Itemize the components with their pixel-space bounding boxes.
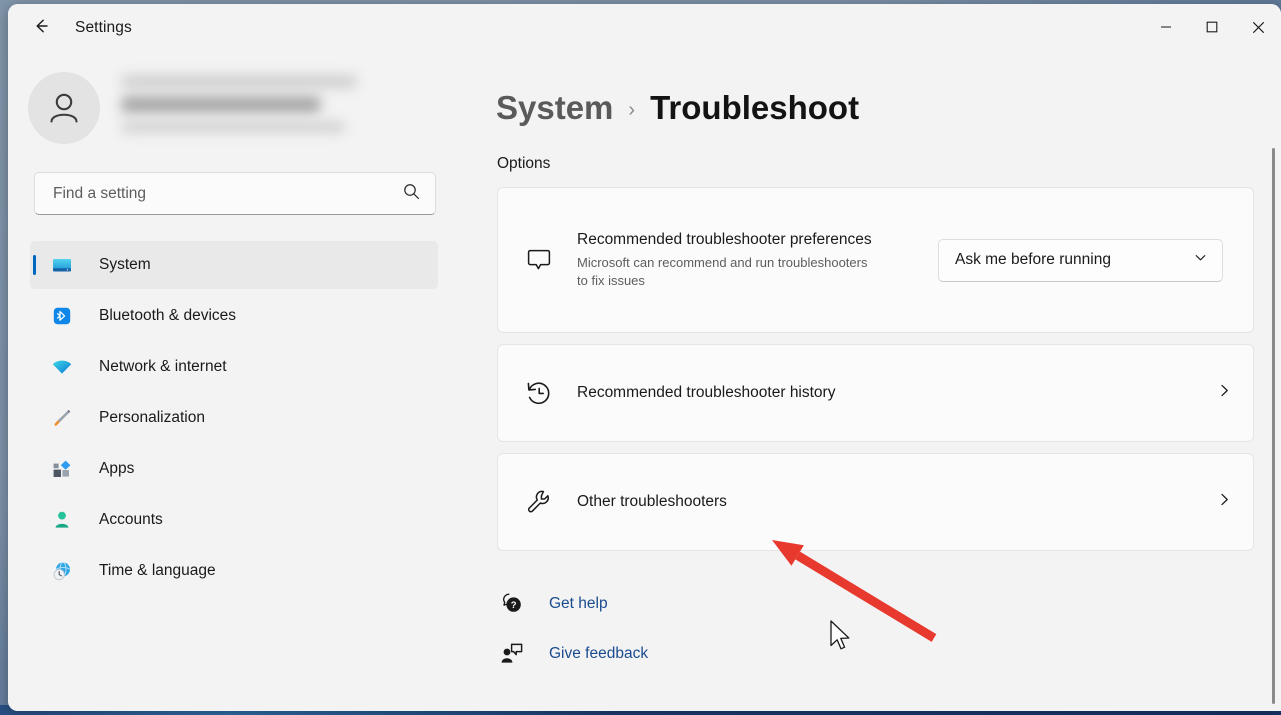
chevron-right-icon[interactable] bbox=[1216, 382, 1233, 404]
card-recommended-troubleshooter-history[interactable]: Recommended troubleshooter history bbox=[497, 344, 1254, 442]
sidebar-item-label: Accounts bbox=[99, 511, 163, 529]
sidebar-item-label: Time & language bbox=[99, 562, 216, 580]
give-feedback-icon bbox=[497, 639, 527, 669]
card-text-block: Recommended troubleshooter history bbox=[577, 383, 1216, 404]
get-help-question-icon: ? bbox=[497, 589, 527, 619]
sidebar-item-label: Network & internet bbox=[99, 358, 227, 376]
maximize-icon bbox=[1206, 21, 1218, 33]
card-other-troubleshooters[interactable]: Other troubleshooters bbox=[497, 453, 1254, 551]
sidebar-item-label: Personalization bbox=[99, 409, 205, 427]
title-bar: Settings bbox=[8, 4, 1281, 52]
paintbrush-icon bbox=[50, 406, 74, 430]
sidebar-item-label: Bluetooth & devices bbox=[99, 307, 236, 325]
accounts-person-icon bbox=[50, 508, 74, 532]
wifi-icon bbox=[50, 355, 74, 379]
scrollbar-thumb[interactable] bbox=[1272, 148, 1275, 704]
search-box[interactable] bbox=[34, 172, 436, 215]
wrench-icon bbox=[522, 485, 556, 519]
sidebar-nav: System Bluetooth & devices bbox=[8, 241, 460, 595]
bluetooth-icon bbox=[50, 304, 74, 328]
search-input[interactable] bbox=[51, 184, 402, 204]
back-button[interactable] bbox=[22, 9, 60, 47]
card-text-block: Recommended troubleshooter preferences M… bbox=[577, 230, 938, 291]
breadcrumb-separator: › bbox=[628, 99, 635, 122]
sidebar-item-network-internet[interactable]: Network & internet bbox=[30, 343, 438, 391]
sidebar-item-label: Apps bbox=[99, 460, 134, 478]
give-feedback-link[interactable]: Give feedback bbox=[497, 629, 1281, 679]
breadcrumb-parent[interactable]: System bbox=[496, 89, 613, 127]
system-monitor-icon bbox=[50, 253, 74, 277]
minimize-icon bbox=[1160, 21, 1172, 33]
sidebar-item-accounts[interactable]: Accounts bbox=[30, 496, 438, 544]
options-card-list: Recommended troubleshooter preferences M… bbox=[497, 187, 1254, 551]
minimize-button[interactable] bbox=[1143, 4, 1189, 50]
speech-bubble-icon bbox=[522, 243, 556, 277]
account-name-redacted bbox=[121, 75, 361, 141]
settings-window: Settings bbox=[8, 4, 1281, 711]
content-pane: System › Troubleshoot Options Recommende… bbox=[460, 52, 1281, 711]
close-button[interactable] bbox=[1235, 4, 1281, 50]
close-icon bbox=[1252, 21, 1265, 34]
card-title: Other troubleshooters bbox=[577, 492, 1216, 513]
time-language-globe-icon bbox=[50, 559, 74, 583]
history-clock-icon bbox=[522, 376, 556, 410]
account-profile[interactable] bbox=[8, 52, 460, 136]
get-help-link[interactable]: ? Get help bbox=[497, 579, 1281, 629]
card-text-block: Other troubleshooters bbox=[577, 492, 1216, 513]
give-feedback-label: Give feedback bbox=[549, 645, 648, 663]
breadcrumb: System › Troubleshoot bbox=[496, 89, 1281, 127]
dropdown-selected-value: Ask me before running bbox=[955, 251, 1111, 269]
avatar bbox=[28, 72, 100, 144]
sidebar-item-bluetooth-devices[interactable]: Bluetooth & devices bbox=[30, 292, 438, 340]
sidebar-item-apps[interactable]: Apps bbox=[30, 445, 438, 493]
person-avatar-icon bbox=[42, 86, 86, 130]
card-title: Recommended troubleshooter history bbox=[577, 383, 1216, 404]
recommended-troubleshooter-preference-dropdown[interactable]: Ask me before running bbox=[938, 239, 1223, 282]
page-title: Troubleshoot bbox=[650, 89, 859, 127]
section-label-options: Options bbox=[497, 155, 1281, 173]
maximize-button[interactable] bbox=[1189, 4, 1235, 50]
sidebar-item-label: System bbox=[99, 256, 151, 274]
sidebar-item-time-language[interactable]: Time & language bbox=[30, 547, 438, 595]
sidebar: System Bluetooth & devices bbox=[8, 52, 460, 711]
chevron-right-icon[interactable] bbox=[1216, 491, 1233, 513]
search-icon[interactable] bbox=[402, 182, 421, 206]
back-arrow-icon bbox=[30, 15, 52, 42]
card-title: Recommended troubleshooter preferences bbox=[577, 230, 877, 251]
sidebar-item-system[interactable]: System bbox=[30, 241, 438, 289]
apps-grid-icon bbox=[50, 457, 74, 481]
sidebar-item-personalization[interactable]: Personalization bbox=[30, 394, 438, 442]
svg-text:?: ? bbox=[511, 600, 517, 611]
chevron-down-icon bbox=[1193, 250, 1208, 270]
content-scrollbar[interactable] bbox=[1267, 148, 1279, 704]
window-title: Settings bbox=[75, 19, 132, 37]
help-links: ? Get help Give feedback bbox=[497, 579, 1281, 679]
get-help-label: Get help bbox=[549, 595, 608, 613]
card-recommended-troubleshooter-preferences: Recommended troubleshooter preferences M… bbox=[497, 187, 1254, 333]
caption-button-group bbox=[1143, 4, 1281, 50]
card-subtitle: Microsoft can recommend and run troubles… bbox=[577, 254, 877, 291]
